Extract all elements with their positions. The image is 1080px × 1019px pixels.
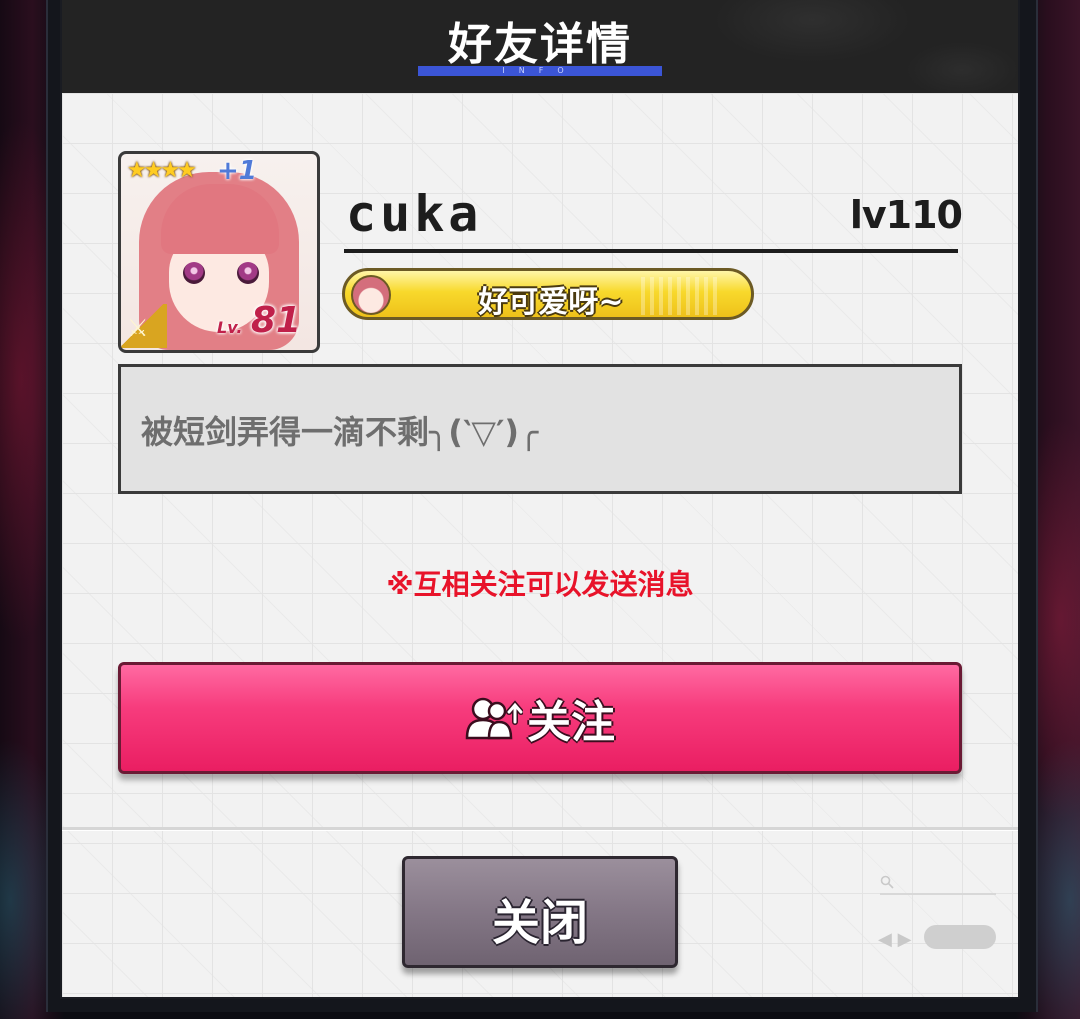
follow-button[interactable]: 关注 — [118, 662, 962, 774]
username: cuka — [346, 185, 483, 243]
character-card[interactable]: ★★★★ +1 ⚔ Lv. 81 — [118, 151, 320, 353]
mutual-follow-notice: ※互相关注可以发送消息 — [386, 568, 694, 601]
dialog-subtitle: INFO — [502, 66, 578, 75]
dialog-title: 好友详情 — [448, 19, 632, 70]
rarity-stars: ★★★★ — [127, 158, 197, 183]
arrows-icon: ◀ ▶ — [878, 929, 912, 950]
search-line-decoration — [880, 893, 996, 895]
title-badge: 好可爱呀~ — [342, 268, 754, 320]
title-badge-text: 好可爱呀~ — [478, 285, 624, 320]
friend-detail-dialog: 好友详情 INFO ★★★★ +1 ⚔ Lv. 81 cuka lv110 好可… — [62, 0, 1018, 997]
character-left-eye — [183, 262, 205, 284]
add-user-icon — [465, 697, 523, 740]
sword-icon: ⚔ — [121, 304, 167, 348]
card-level-label: Lv. — [217, 318, 243, 337]
card-plus-count: +1 — [217, 156, 257, 186]
bio-box: 被短剑弄得一滴不剩╮(‵▽′)╭ — [118, 364, 962, 494]
character-right-eye — [237, 262, 259, 284]
footer-divider — [62, 827, 1018, 831]
dialog-header: 好友详情 INFO — [62, 0, 1018, 93]
dialog-content: ★★★★ +1 ⚔ Lv. 81 cuka lv110 好可爱呀~ 被短剑弄得一… — [62, 93, 1018, 997]
pill-decoration — [924, 925, 996, 949]
bio-text: 被短剑弄得一滴不剩╮(‵▽′)╭ — [141, 413, 539, 451]
card-level-value: 81 — [251, 300, 302, 341]
close-button[interactable]: 关闭 — [402, 856, 678, 968]
player-level: lv110 — [849, 193, 963, 237]
name-underline — [344, 249, 958, 253]
close-button-label: 关闭 — [491, 895, 588, 951]
search-icon — [880, 875, 894, 889]
follow-button-label: 关注 — [527, 697, 615, 748]
